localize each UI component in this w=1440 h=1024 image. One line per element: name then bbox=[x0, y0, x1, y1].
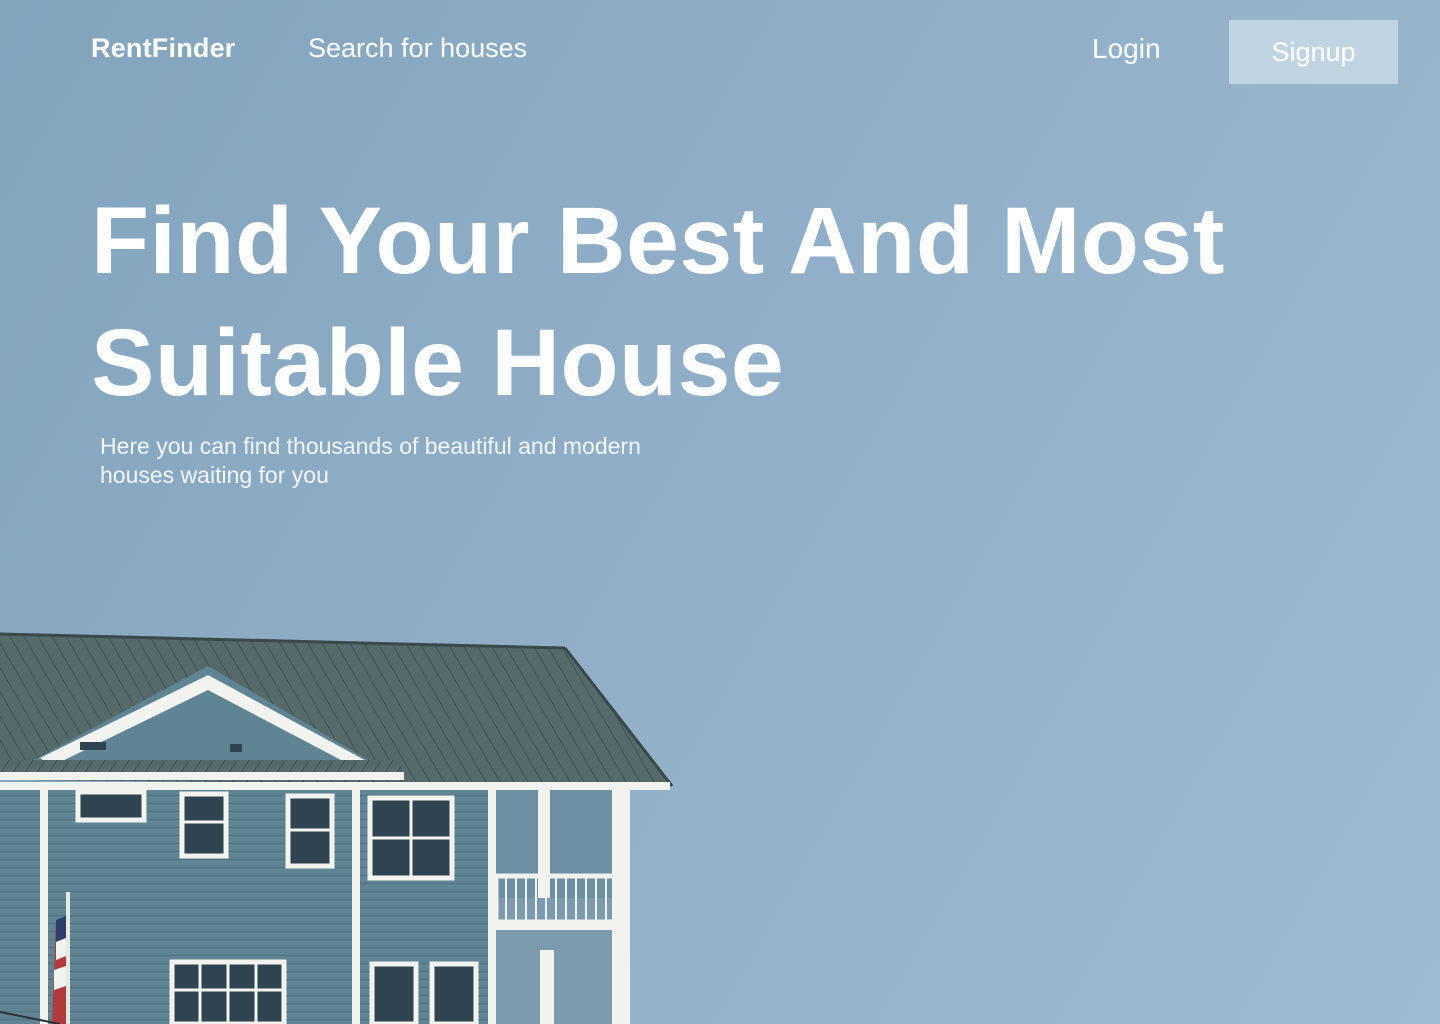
search-houses-link[interactable]: Search for houses bbox=[308, 33, 527, 64]
house-photo bbox=[0, 632, 674, 1024]
hero-title: Find Your Best And Most Suitable House bbox=[91, 188, 1225, 416]
landing-page: RentFinder Search for houses Login Signu… bbox=[0, 0, 1440, 1024]
hero-subtitle: Here you can find thousands of beautiful… bbox=[100, 433, 641, 488]
top-nav: RentFinder Search for houses Login Signu… bbox=[0, 0, 1440, 100]
signup-button[interactable]: Signup bbox=[1229, 20, 1398, 84]
logo-link[interactable]: RentFinder bbox=[91, 33, 236, 64]
login-link[interactable]: Login bbox=[1092, 33, 1161, 65]
